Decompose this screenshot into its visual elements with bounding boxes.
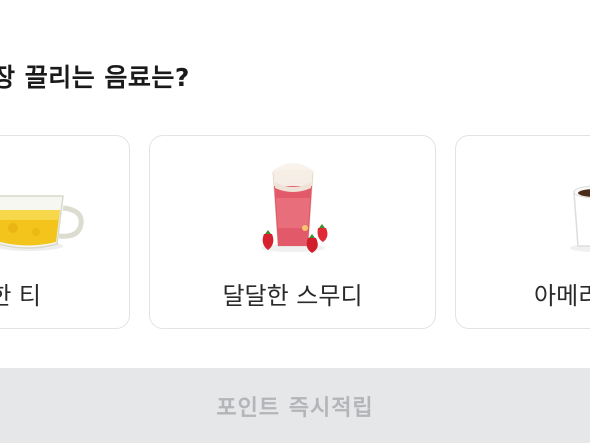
- option-label-smoothie: 달달한 스무디: [222, 282, 363, 310]
- option-label-americano: 아메리: [534, 282, 590, 310]
- coffee-cup-icon: [570, 185, 590, 252]
- option-card-tea[interactable]: 한 티: [0, 135, 130, 329]
- option-card-smoothie[interactable]: 달달한 스무디: [149, 135, 436, 329]
- drink-survey-page: 장 끌리는 음료는? 한 티: [0, 0, 590, 443]
- earn-points-button[interactable]: 포인트 즉시적립: [0, 368, 590, 443]
- tea-cup-icon: [0, 195, 84, 251]
- strawberry-smoothie-icon: [260, 163, 327, 253]
- question-title: 장 끌리는 음료는?: [0, 63, 190, 92]
- option-card-americano[interactable]: 아메리: [455, 135, 590, 329]
- option-label-tea: 한 티: [0, 282, 41, 310]
